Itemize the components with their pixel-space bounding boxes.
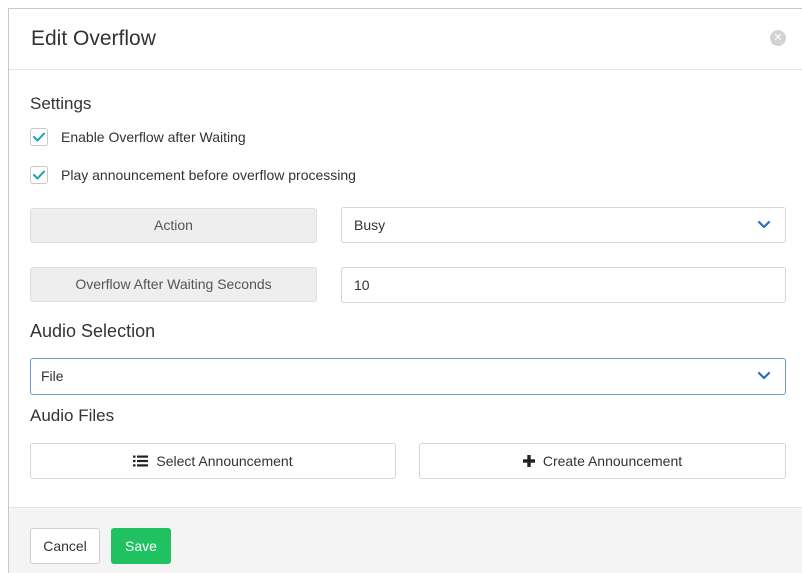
close-icon[interactable]: ✕	[770, 30, 786, 46]
chevron-down-icon	[757, 371, 771, 380]
action-select[interactable]: Busy	[341, 207, 786, 243]
play-announcement-row: Play announcement before overflow proces…	[30, 165, 356, 185]
audio-selection-value: File	[41, 368, 64, 384]
audio-files-heading: Audio Files	[30, 406, 115, 425]
cancel-button[interactable]: Cancel	[30, 528, 100, 564]
modal-header: Edit Overflow ✕	[9, 9, 802, 70]
chevron-down-icon	[757, 220, 771, 229]
modal-footer: Cancel Save	[9, 507, 802, 573]
enable-overflow-checkbox[interactable]	[30, 128, 48, 146]
settings-heading: Settings	[30, 94, 92, 113]
enable-overflow-row: Enable Overflow after Waiting	[30, 127, 246, 147]
overflow-wait-input[interactable]: 10	[341, 267, 786, 303]
edit-overflow-modal: Edit Overflow ✕ Settings Enable Overflow…	[8, 8, 802, 573]
create-announcement-label: Create Announcement	[542, 453, 683, 469]
save-button[interactable]: Save	[111, 528, 171, 564]
modal-body: Settings Enable Overflow after Waiting P…	[9, 70, 802, 507]
play-announcement-label: Play announcement before overflow proces…	[61, 167, 356, 183]
overflow-wait-label: Overflow After Waiting Seconds	[30, 267, 317, 302]
enable-overflow-label: Enable Overflow after Waiting	[61, 129, 246, 145]
play-announcement-checkbox[interactable]	[30, 166, 48, 184]
action-select-value: Busy	[354, 217, 386, 233]
checkmark-icon	[33, 132, 45, 142]
select-announcement-label: Select Announcement	[156, 453, 293, 469]
modal-title: Edit Overflow	[31, 27, 156, 50]
audio-selection-heading: Audio Selection	[30, 321, 156, 341]
select-announcement-button[interactable]: Select Announcement	[30, 443, 396, 479]
plus-icon	[522, 455, 535, 467]
action-label: Action	[30, 208, 317, 243]
audio-selection-select[interactable]: File	[30, 358, 786, 395]
list-icon	[133, 455, 149, 467]
create-announcement-button[interactable]: Create Announcement	[419, 443, 786, 479]
checkmark-icon	[33, 170, 45, 180]
